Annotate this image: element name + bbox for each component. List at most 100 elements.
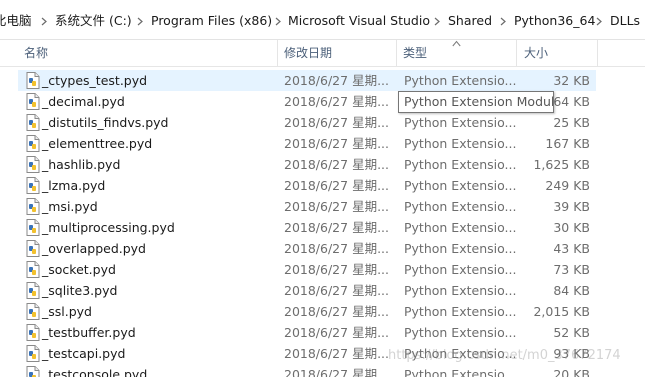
file-size: 20 KB <box>553 367 590 377</box>
file-type: Python Extensio... <box>404 367 517 377</box>
python-file-icon <box>26 303 40 320</box>
file-date: 2018/6/27 星期... <box>284 73 389 88</box>
file-row[interactable]: _socket.pyd 2018/6/27 星期... Python Exten… <box>18 259 596 280</box>
file-name: _ssl.pyd <box>42 304 92 319</box>
python-file-icon <box>26 72 40 89</box>
file-size: 25 KB <box>553 115 590 130</box>
file-name: _overlapped.pyd <box>42 241 146 256</box>
file-date: 2018/6/27 星期... <box>284 178 389 193</box>
python-file-icon <box>26 366 40 377</box>
file-date: 2018/6/27 星期... <box>284 220 389 235</box>
file-date: 2018/6/27 星期... <box>284 367 389 377</box>
file-size: 1,625 KB <box>533 157 590 172</box>
file-type: Python Extensio... <box>404 73 517 88</box>
python-file-icon <box>26 198 40 215</box>
file-name: _testconsole.pyd <box>42 367 148 377</box>
file-size: 2,015 KB <box>533 304 590 319</box>
file-date: 2018/6/27 星期... <box>284 199 389 214</box>
file-type: Python Extensio... <box>404 220 517 235</box>
file-row[interactable]: _multiprocessing.pyd 2018/6/27 星期... Pyt… <box>18 217 596 238</box>
file-size: 32 KB <box>553 73 590 88</box>
file-row[interactable]: _testbuffer.pyd 2018/6/27 星期... Python E… <box>18 322 596 343</box>
file-type: Python Extensio... <box>404 304 517 319</box>
breadcrumb-this-pc[interactable]: 比电脑 <box>0 13 32 29</box>
breadcrumb-dlls[interactable]: DLLs <box>610 13 640 29</box>
file-name: _sqlite3.pyd <box>42 283 118 298</box>
python-file-icon <box>26 93 40 110</box>
file-name: _decimal.pyd <box>42 94 125 109</box>
file-size: 64 KB <box>553 94 590 109</box>
file-row[interactable]: _ssl.pyd 2018/6/27 星期... Python Extensio… <box>18 301 596 322</box>
chevron-right-icon[interactable] <box>41 13 49 26</box>
file-size: 30 KB <box>553 220 590 235</box>
breadcrumb-python36-64[interactable]: Python36_64 <box>514 13 595 29</box>
column-divider[interactable] <box>396 40 397 66</box>
file-date: 2018/6/27 星期... <box>284 94 389 109</box>
chevron-right-icon[interactable] <box>434 13 442 26</box>
file-name: _testbuffer.pyd <box>42 325 136 340</box>
file-row[interactable]: _hashlib.pyd 2018/6/27 星期... Python Exte… <box>18 154 596 175</box>
chevron-right-icon[interactable] <box>137 13 145 26</box>
python-file-icon <box>26 345 40 362</box>
python-file-icon <box>26 324 40 341</box>
column-header-size[interactable]: 大小 <box>524 40 548 66</box>
python-file-icon <box>26 156 40 173</box>
chevron-right-icon[interactable] <box>596 13 604 26</box>
file-size: 84 KB <box>553 283 590 298</box>
file-type: Python Extensio... <box>404 157 517 172</box>
python-file-icon <box>26 240 40 257</box>
file-size: 249 KB <box>545 178 590 193</box>
column-header-name[interactable]: 名称 <box>24 40 48 66</box>
file-row[interactable]: _lzma.pyd 2018/6/27 星期... Python Extensi… <box>18 175 596 196</box>
file-name: _distutils_findvs.pyd <box>42 115 169 130</box>
column-divider[interactable] <box>277 40 278 66</box>
file-type: Python Extensio... <box>404 346 517 361</box>
file-type: Python Extensio... <box>404 283 517 298</box>
file-size: 167 KB <box>545 136 590 151</box>
file-row[interactable]: _sqlite3.pyd 2018/6/27 星期... Python Exte… <box>18 280 596 301</box>
file-name: _hashlib.pyd <box>42 157 121 172</box>
file-row[interactable]: _testconsole.pyd 2018/6/27 星期... Python … <box>18 364 596 377</box>
breadcrumb-shared[interactable]: Shared <box>448 13 492 29</box>
column-header-type[interactable]: 类型 <box>403 40 427 66</box>
column-header-date[interactable]: 修改日期 <box>284 40 332 66</box>
file-size: 39 KB <box>553 199 590 214</box>
chevron-right-icon[interactable] <box>500 13 508 26</box>
column-divider[interactable] <box>516 40 517 66</box>
file-type: Python Extensio... <box>404 262 517 277</box>
column-header-bar: 名称 修改日期 类型 大小 <box>0 40 645 67</box>
file-row[interactable]: _overlapped.pyd 2018/6/27 星期... Python E… <box>18 238 596 259</box>
file-row[interactable]: _testcapi.pyd 2018/6/27 星期... Python Ext… <box>18 343 596 364</box>
python-file-icon <box>26 135 40 152</box>
file-size: 43 KB <box>553 241 590 256</box>
python-file-icon <box>26 282 40 299</box>
file-row[interactable]: _ctypes_test.pyd 2018/6/27 星期... Python … <box>18 70 596 91</box>
breadcrumb-program-files-x86[interactable]: Program Files (x86) <box>151 13 272 29</box>
file-type: Python Extensio... <box>404 115 517 130</box>
file-row[interactable]: _elementtree.pyd 2018/6/27 星期... Python … <box>18 133 596 154</box>
file-size: 93 KB <box>553 346 590 361</box>
file-type: Python Extensio... <box>404 241 517 256</box>
file-date: 2018/6/27 星期... <box>284 346 389 361</box>
chevron-right-icon[interactable] <box>275 13 283 26</box>
file-row[interactable]: _distutils_findvs.pyd 2018/6/27 星期... Py… <box>18 112 596 133</box>
sort-ascending-icon <box>452 40 461 47</box>
file-name: _testcapi.pyd <box>42 346 126 361</box>
file-date: 2018/6/27 星期... <box>284 241 389 256</box>
file-row[interactable]: _msi.pyd 2018/6/27 星期... Python Extensio… <box>18 196 596 217</box>
file-list: _ctypes_test.pyd 2018/6/27 星期... Python … <box>0 70 600 377</box>
file-name: _multiprocessing.pyd <box>42 220 175 235</box>
file-date: 2018/6/27 星期... <box>284 262 389 277</box>
column-divider[interactable] <box>597 40 598 66</box>
file-name: _ctypes_test.pyd <box>42 73 148 88</box>
file-type-tooltip: Python Extension Module <box>398 91 554 113</box>
file-date: 2018/6/27 星期... <box>284 325 389 340</box>
file-date: 2018/6/27 星期... <box>284 115 389 130</box>
file-type: Python Extensio... <box>404 136 517 151</box>
file-type: Python Extensio... <box>404 325 517 340</box>
breadcrumb-microsoft-visual-studio[interactable]: Microsoft Visual Studio <box>288 13 430 29</box>
python-file-icon <box>26 219 40 236</box>
address-bar[interactable]: 比电脑 系统文件 (C:) Program Files (x86) Micros… <box>0 0 645 40</box>
breadcrumb-c-drive[interactable]: 系统文件 (C:) <box>55 13 132 29</box>
file-size: 73 KB <box>553 262 590 277</box>
